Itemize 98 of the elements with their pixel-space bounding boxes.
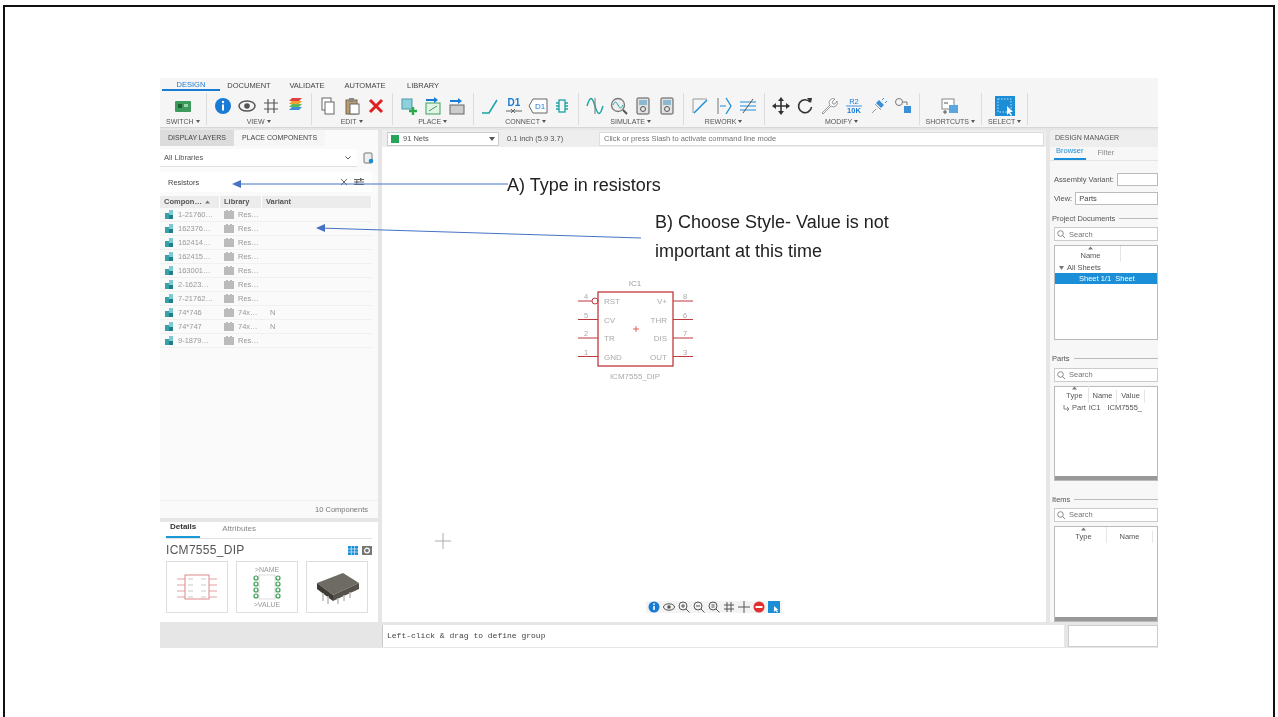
caret-icon[interactable] <box>489 136 495 141</box>
pin-label: DIS <box>653 334 667 343</box>
library-icon <box>224 265 234 276</box>
library-icon <box>224 293 234 304</box>
part-add-icon[interactable] <box>398 95 419 116</box>
move-icon[interactable] <box>770 95 791 116</box>
caret-icon <box>266 120 271 123</box>
pin-label: CV <box>604 315 616 325</box>
chip-body[interactable] <box>597 291 674 367</box>
component-icon <box>164 335 174 346</box>
pin-line[interactable] <box>672 300 694 302</box>
annotation-text: A) Type in resistors <box>507 174 661 197</box>
caret-icon <box>358 120 363 123</box>
filter-icon[interactable] <box>354 178 364 186</box>
search-icon <box>1057 510 1066 519</box>
info-icon[interactable] <box>648 601 660 613</box>
sort-caret-icon <box>204 200 210 204</box>
pin-line[interactable] <box>577 297 599 305</box>
zoom-icon[interactable] <box>708 601 720 613</box>
pin-line[interactable] <box>672 337 694 339</box>
image-arrow-icon[interactable] <box>422 95 443 116</box>
info-icon[interactable] <box>212 95 233 116</box>
pin-label: RST <box>604 297 620 306</box>
library-icon <box>224 321 234 332</box>
zoom-out-icon[interactable] <box>693 601 705 613</box>
caret-icon <box>541 120 546 123</box>
component-icon <box>164 265 174 276</box>
part-name: IC1 <box>628 279 642 288</box>
sort-caret-icon <box>1072 386 1077 391</box>
pin-line[interactable] <box>577 337 599 339</box>
caret-icon <box>1017 120 1022 123</box>
component-icon <box>164 279 174 290</box>
group-icon[interactable] <box>892 95 913 116</box>
status-message: Left-click & drag to define group <box>382 625 1064 647</box>
sort-caret-icon <box>1081 526 1086 531</box>
clear-icon[interactable] <box>340 178 348 186</box>
shortcut-icon[interactable] <box>940 95 961 116</box>
pin-line[interactable] <box>672 356 694 357</box>
sine-icon[interactable] <box>584 95 605 116</box>
settings-icon[interactable] <box>362 545 372 555</box>
annotation-text: B) Choose Style- Value is not important at this time <box>655 211 890 263</box>
library-icon <box>224 335 234 346</box>
component-icon <box>164 321 174 332</box>
eye-icon[interactable] <box>663 601 675 613</box>
scrollbar[interactable] <box>1055 616 1157 621</box>
diagonal-icon[interactable] <box>689 95 710 116</box>
details-tab[interactable]: Details <box>166 521 201 538</box>
part-icon <box>1063 405 1069 411</box>
pin-line[interactable] <box>577 319 599 320</box>
caret-icon <box>195 120 200 123</box>
library-icon <box>224 307 234 318</box>
library-icon <box>224 209 234 220</box>
caret-icon <box>443 120 448 123</box>
select-icon[interactable] <box>768 601 780 613</box>
library-icon <box>224 251 234 262</box>
caret-icon <box>854 120 859 123</box>
component-icon <box>164 251 174 262</box>
crosshair-icon[interactable] <box>738 601 750 613</box>
expand-icon[interactable] <box>1059 265 1064 270</box>
assembly-variant-field[interactable] <box>1116 173 1158 186</box>
component-icon <box>164 307 174 318</box>
pin-label: THR <box>650 315 667 325</box>
zoom-in-icon[interactable] <box>678 601 690 613</box>
library-icon <box>224 223 234 234</box>
grid-view-icon[interactable] <box>348 545 358 555</box>
component-icon <box>164 237 174 248</box>
details-tab[interactable]: Attributes <box>218 523 261 538</box>
net-color-swatch <box>391 134 399 143</box>
origin-mark <box>632 325 640 333</box>
component-icon <box>164 209 174 220</box>
pin-label: OUT <box>650 352 667 362</box>
grid-icon[interactable] <box>723 601 735 613</box>
pin-label: V+ <box>657 297 667 306</box>
scrollbar[interactable] <box>1055 475 1157 480</box>
box-arrow-icon[interactable] <box>446 95 467 116</box>
probe-icon[interactable] <box>608 95 629 116</box>
select-icon[interactable] <box>994 95 1015 116</box>
part-value: ICM7555_DIP <box>609 372 661 381</box>
component-icon <box>164 293 174 304</box>
chevron-icon <box>345 155 351 160</box>
sort-caret-icon <box>1088 246 1093 250</box>
tag-icon[interactable]: D1 <box>527 95 548 116</box>
component-title: ICM7555_DIP <box>166 542 245 559</box>
caret-icon <box>971 120 976 123</box>
library-icon[interactable] <box>363 152 374 164</box>
library-icon <box>224 237 234 248</box>
pin-line[interactable] <box>672 319 694 320</box>
pin-line[interactable] <box>577 356 599 357</box>
search-icon <box>1057 370 1066 379</box>
caret-icon <box>738 120 743 123</box>
pin-label: TR <box>604 334 615 343</box>
component-icon <box>164 223 174 234</box>
crosshair-cursor-icon <box>435 533 451 549</box>
library-icon <box>224 279 234 290</box>
pin-label: GND <box>604 352 622 362</box>
caret-icon <box>646 120 651 123</box>
search-icon <box>1057 230 1066 239</box>
stop-icon[interactable] <box>753 601 765 613</box>
